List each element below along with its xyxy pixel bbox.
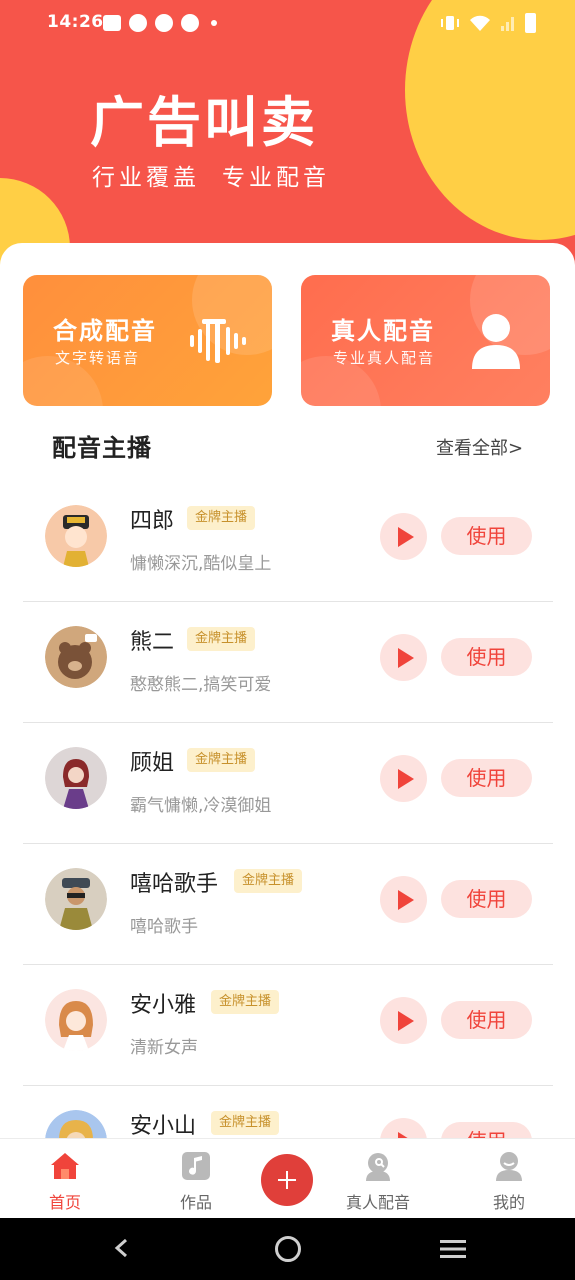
use-button[interactable]: 使用 bbox=[441, 638, 532, 676]
back-icon[interactable] bbox=[112, 1238, 132, 1258]
tab-mine-label: 我的 bbox=[492, 1193, 525, 1212]
hero-title: 广告叫卖 bbox=[90, 91, 318, 154]
play-button[interactable] bbox=[380, 513, 427, 560]
system-nav-bar bbox=[0, 1218, 575, 1280]
list-item[interactable]: 嘻哈歌手 金牌主播 嘻哈歌手 使用 bbox=[23, 844, 553, 965]
list-item[interactable]: 熊二 金牌主播 憨憨熊二,搞笑可爱 使用 bbox=[23, 602, 553, 723]
tab-works[interactable]: 作品 bbox=[146, 1139, 246, 1219]
avatar bbox=[45, 505, 107, 567]
menu-icon[interactable] bbox=[440, 1239, 466, 1259]
tab-home[interactable]: 首页 bbox=[15, 1139, 115, 1219]
wifi-icon bbox=[470, 15, 490, 31]
dot-icon bbox=[211, 20, 217, 26]
tab-real-voice-label: 真人配音 bbox=[345, 1193, 410, 1212]
real-voice-title: 真人配音 bbox=[331, 317, 435, 345]
play-button[interactable] bbox=[380, 876, 427, 923]
person-icon bbox=[472, 314, 520, 369]
home-circle-icon[interactable] bbox=[275, 1236, 301, 1262]
avatar bbox=[45, 868, 107, 930]
view-all-link[interactable]: 查看全部> bbox=[436, 434, 523, 460]
status-bar: 14:26 bbox=[0, 0, 575, 48]
use-button[interactable]: 使用 bbox=[441, 517, 532, 555]
anchor-name: 嘻哈歌手 bbox=[130, 872, 219, 897]
anchor-desc: 嘻哈歌手 bbox=[130, 917, 198, 937]
play-button[interactable] bbox=[380, 634, 427, 681]
list-item[interactable]: 安小雅 金牌主播 清新女声 使用 bbox=[23, 965, 553, 1086]
list-item[interactable]: 四郎 金牌主播 慵懒深沉,酷似皇上 使用 bbox=[23, 481, 553, 602]
anchor-name: 熊二 bbox=[130, 630, 175, 655]
signal-icon bbox=[501, 17, 514, 31]
tab-works-label: 作品 bbox=[179, 1193, 212, 1212]
battery-icon bbox=[525, 13, 536, 33]
use-button[interactable]: 使用 bbox=[441, 1001, 532, 1039]
use-button[interactable]: 使用 bbox=[441, 880, 532, 918]
synth-voice-card[interactable]: 合成配音 文字转语音 bbox=[23, 275, 272, 406]
avatar bbox=[45, 747, 107, 809]
synth-voice-subtitle: 文字转语音 bbox=[55, 349, 141, 367]
bottom-tab-bar: 首页 作品 真人配音 我的 bbox=[0, 1138, 575, 1218]
avatar bbox=[45, 626, 107, 688]
notification-icon bbox=[129, 14, 147, 32]
gold-badge: 金牌主播 bbox=[187, 748, 256, 772]
real-voice-card[interactable]: 真人配音 专业真人配音 bbox=[301, 275, 550, 406]
use-button[interactable]: 使用 bbox=[441, 759, 532, 797]
play-button[interactable] bbox=[380, 997, 427, 1044]
gold-badge: 金牌主播 bbox=[187, 627, 256, 651]
anchor-name: 安小山 bbox=[130, 1114, 197, 1139]
gold-badge: 金牌主播 bbox=[234, 869, 303, 893]
add-button[interactable] bbox=[261, 1154, 313, 1206]
tab-home-label: 首页 bbox=[48, 1193, 81, 1212]
mail-icon bbox=[103, 15, 121, 31]
avatar bbox=[45, 989, 107, 1051]
play-button[interactable] bbox=[380, 755, 427, 802]
gold-badge: 金牌主播 bbox=[211, 1111, 280, 1135]
section-title: 配音主播 bbox=[52, 434, 152, 462]
anchor-name: 四郎 bbox=[130, 509, 175, 534]
section-header: 配音主播 查看全部> bbox=[0, 428, 575, 468]
waveform-icon bbox=[190, 319, 246, 363]
profile-icon bbox=[496, 1152, 522, 1181]
anchor-list: 四郎 金牌主播 慵懒深沉,酷似皇上 使用 熊二 金牌主播 憨憨熊二,搞笑可爱 使… bbox=[23, 481, 553, 1143]
anchor-desc: 慵懒深沉,酷似皇上 bbox=[130, 554, 272, 574]
headset-person-icon bbox=[366, 1153, 390, 1181]
main-content: 合成配音 文字转语音 真人配音 专业真人配音 配音主播 查看全部> 四郎 金牌主… bbox=[0, 243, 575, 1143]
anchor-name: 安小雅 bbox=[130, 993, 197, 1018]
hero-subtitle: 行业覆盖 专业配音 bbox=[92, 158, 330, 192]
status-time: 14:26 bbox=[47, 12, 104, 32]
real-voice-subtitle: 专业真人配音 bbox=[333, 349, 436, 367]
tab-mine[interactable]: 我的 bbox=[459, 1139, 559, 1219]
anchor-name: 顾姐 bbox=[130, 751, 175, 776]
home-icon bbox=[51, 1153, 79, 1179]
gold-badge: 金牌主播 bbox=[211, 990, 280, 1014]
notification-icon bbox=[155, 14, 173, 32]
list-item[interactable]: 顾姐 金牌主播 霸气慵懒,冷漠御姐 使用 bbox=[23, 723, 553, 844]
notification-icon bbox=[181, 14, 199, 32]
tab-real-voice[interactable]: 真人配音 bbox=[328, 1139, 428, 1219]
list-item[interactable]: 安小山 金牌主播 使用 bbox=[23, 1086, 553, 1143]
anchor-desc: 憨憨熊二,搞笑可爱 bbox=[130, 675, 272, 695]
hero-subtitle-2: 专业配音 bbox=[222, 165, 330, 191]
vibrate-icon bbox=[441, 16, 459, 30]
synth-voice-title: 合成配音 bbox=[53, 317, 157, 345]
hero-subtitle-1: 行业覆盖 bbox=[92, 165, 200, 191]
anchor-desc: 清新女声 bbox=[130, 1038, 198, 1058]
gold-badge: 金牌主播 bbox=[187, 506, 256, 530]
music-note-icon bbox=[182, 1152, 210, 1180]
anchor-desc: 霸气慵懒,冷漠御姐 bbox=[130, 796, 272, 816]
